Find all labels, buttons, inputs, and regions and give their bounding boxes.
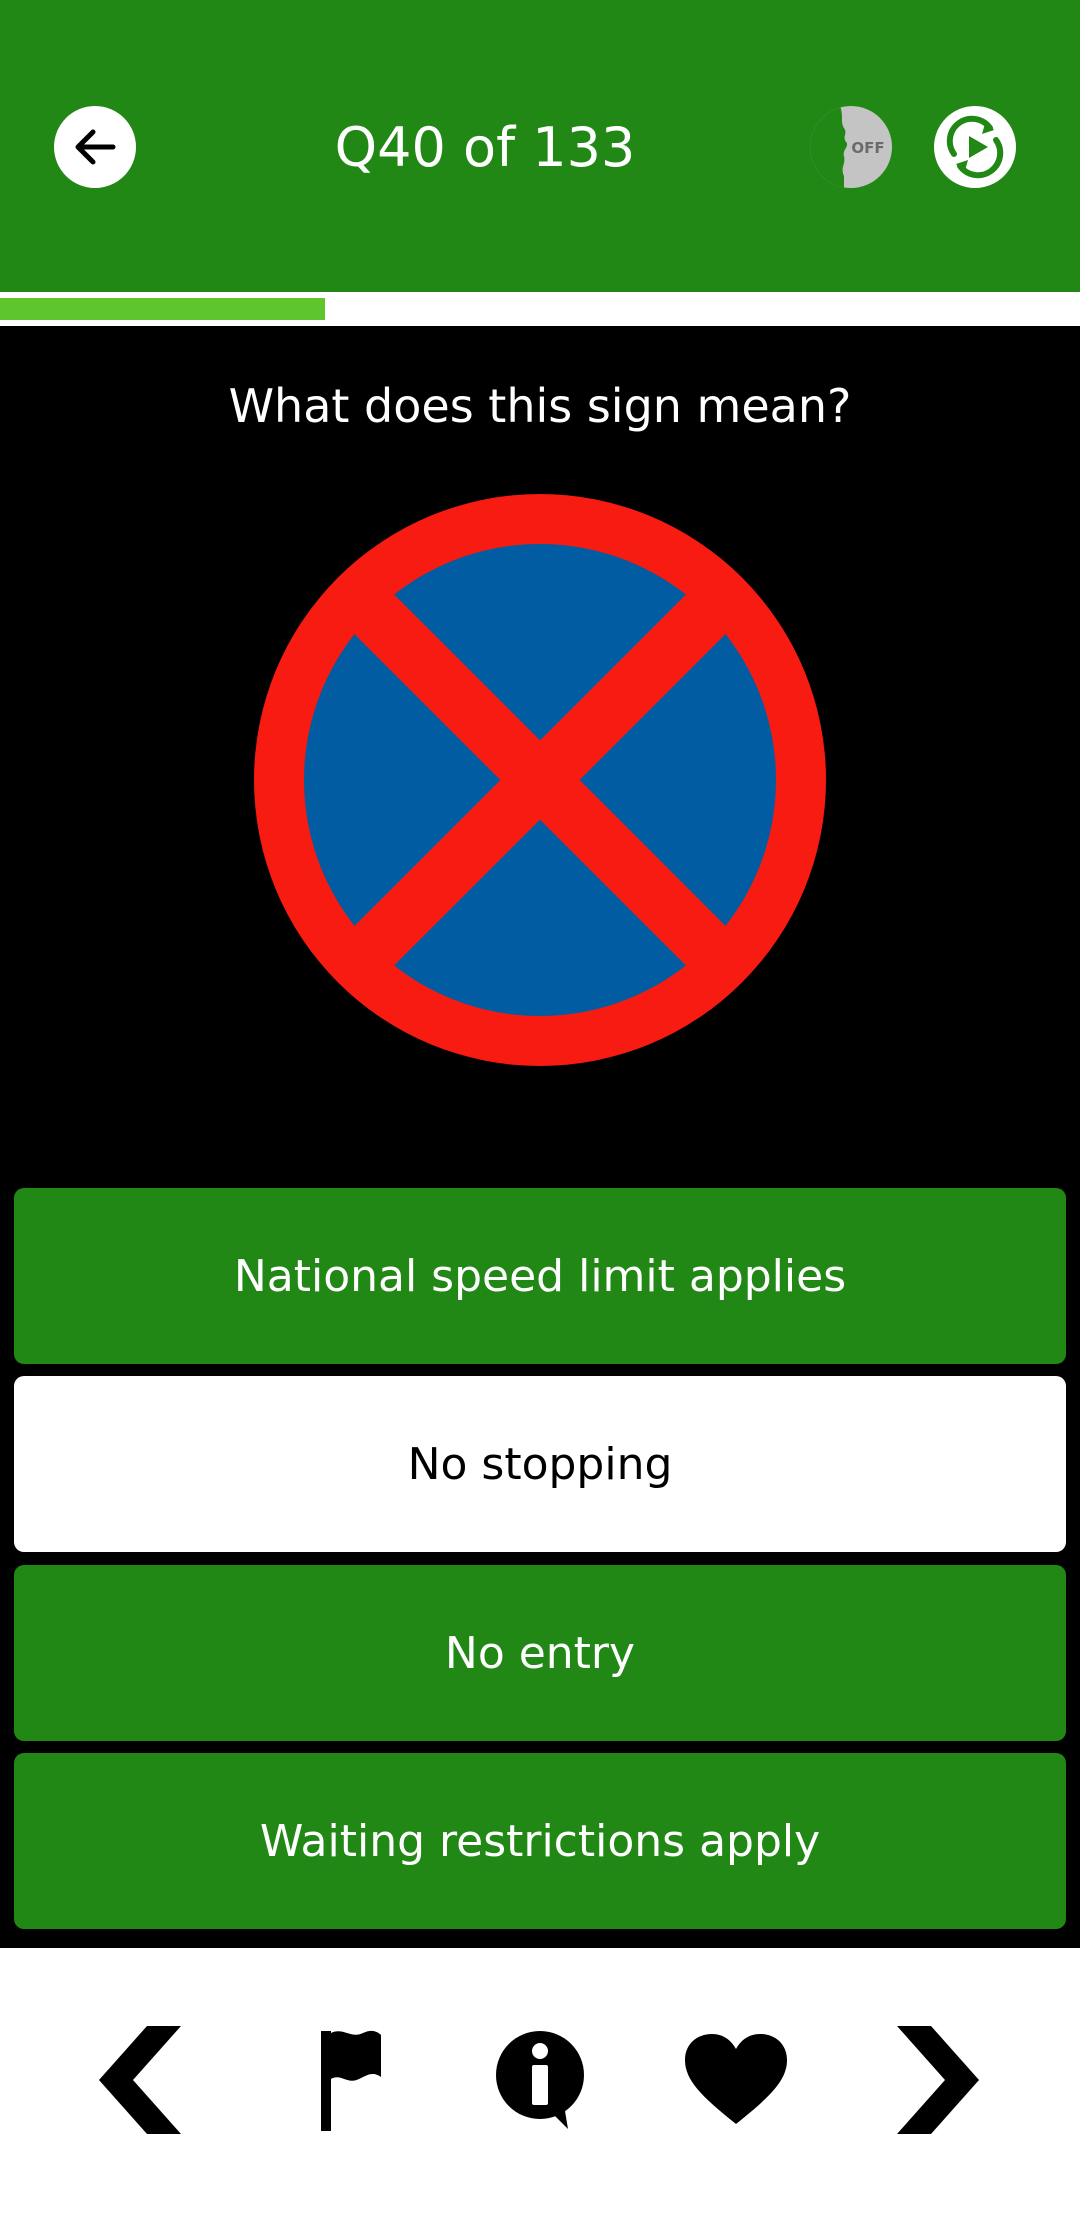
no-stopping-sign-icon: [254, 494, 826, 1066]
voice-toggle-label: OFF: [851, 139, 884, 157]
chevron-left-icon: [99, 2026, 181, 2134]
info-button[interactable]: [480, 2020, 600, 2140]
arrow-left-icon: [75, 129, 116, 165]
answer-option[interactable]: Waiting restrictions apply: [14, 1753, 1066, 1929]
flag-icon: [321, 2030, 381, 2131]
voice-toggle-button[interactable]: OFF: [810, 106, 892, 188]
page-title: Q40 of 133: [334, 116, 636, 179]
progress-bar: [0, 292, 1080, 324]
chevron-right-icon: [897, 2026, 979, 2134]
answer-option[interactable]: National speed limit applies: [14, 1188, 1066, 1364]
favourite-button[interactable]: [676, 2020, 796, 2140]
answer-option[interactable]: No entry: [14, 1565, 1066, 1741]
speaking-head-icon: OFF: [810, 106, 885, 188]
answer-option-selected[interactable]: No stopping: [14, 1376, 1066, 1552]
info-icon: [496, 2031, 584, 2129]
back-button[interactable]: [54, 106, 136, 188]
app-header: Q40 of 133 OFF: [0, 0, 1080, 292]
bottom-nav-bar: [0, 1948, 1080, 2220]
heart-icon: [685, 2034, 787, 2124]
flag-button[interactable]: [288, 2020, 408, 2140]
next-button[interactable]: [874, 2020, 994, 2140]
replay-icon: [946, 115, 1004, 179]
question-panel: What does this sign mean? National speed…: [0, 326, 1080, 1948]
progress-bar-fill: [0, 298, 325, 320]
replay-button[interactable]: [934, 106, 1016, 188]
question-text: What does this sign mean?: [228, 379, 852, 433]
previous-button[interactable]: [84, 2020, 204, 2140]
